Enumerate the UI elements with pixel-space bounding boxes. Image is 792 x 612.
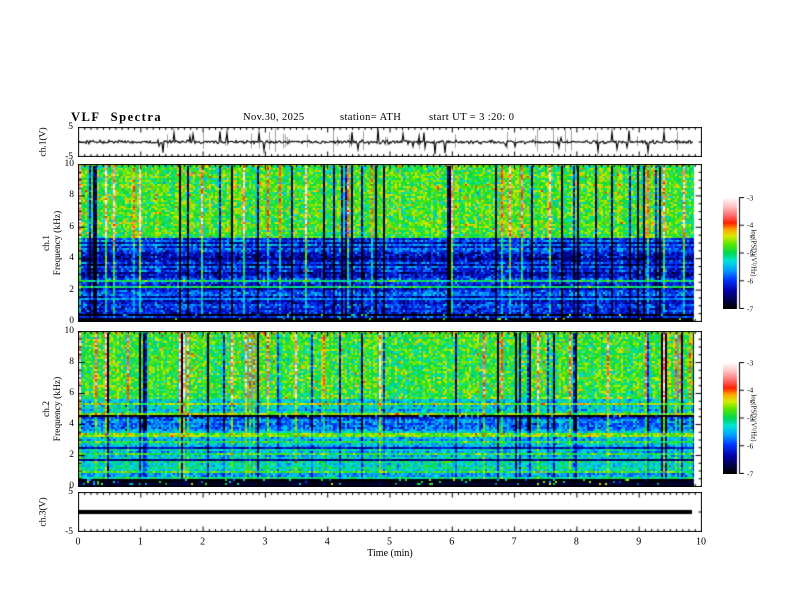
- x-tick-label-2: 2: [200, 536, 206, 547]
- ch2-spec-channel-text: ch.2: [42, 400, 52, 418]
- page-title: VLF Spectra: [71, 110, 163, 124]
- x-tick-label-9: 9: [636, 536, 642, 547]
- ch2_spec-ytick-2: 2: [69, 450, 74, 460]
- station-label: station= ATH: [340, 112, 402, 123]
- colorbar1-tick--4: -4: [747, 220, 754, 230]
- ch2-spec-ylabel: ch.2 Frequency (kHz): [42, 377, 64, 442]
- ch3_wave-ytick-bottom: -5: [65, 527, 73, 537]
- x-tick-label-3: 3: [262, 536, 268, 547]
- ch1_spec-ytick-2: 2: [69, 284, 74, 295]
- ch1-waveform-canvas: [78, 127, 702, 157]
- ch1_spec-ytick-6: 6: [69, 221, 74, 232]
- colorbar2-tick--7: -7: [747, 469, 754, 478]
- ch1-wave-ylabel: ch.1(V): [39, 127, 50, 156]
- colorbar-ch2-canvas: [723, 362, 745, 474]
- colorbar2-tick--3: -3: [747, 358, 754, 367]
- ch2_spec-ytick-10: 10: [64, 326, 75, 336]
- ch1-spec-ylabel: ch.1 Frequency (kHz): [42, 211, 64, 276]
- ch2_spec-ytick-4: 4: [69, 419, 74, 429]
- ch2-spectrogram-canvas: [78, 331, 702, 487]
- ch3-wave-ylabel: ch.3(V): [39, 497, 50, 526]
- x-tick-label-1: 1: [137, 536, 143, 547]
- x-tick-label-7: 7: [511, 536, 517, 547]
- colorbar1-tick--6: -6: [747, 276, 754, 286]
- date-label: Nov.30, 2025: [243, 112, 305, 123]
- x-tick-label-5: 5: [387, 536, 392, 547]
- ch2_spec-ytick-8: 8: [69, 357, 74, 367]
- ch1-spec-axis-text: Frequency (kHz): [53, 210, 63, 276]
- colorbar2-tick--5: -5: [747, 413, 754, 423]
- ch1_spec-ytick-4: 4: [69, 253, 74, 264]
- x-tick-label-10: 10: [696, 536, 706, 547]
- ch1-spec-channel-text: ch.1: [42, 234, 52, 252]
- x-tick-label-6: 6: [449, 536, 455, 547]
- ch1_wave-ytick-bottom: -5: [65, 152, 73, 162]
- ch1-spectrogram-canvas: [78, 164, 702, 322]
- colorbar1-tick--7: -7: [747, 304, 754, 313]
- ch3-wave-ylabel-text: ch.3(V): [38, 497, 49, 527]
- colorbar-ch1-canvas: [723, 197, 745, 309]
- vlf-spectra-figure: VLF Spectra Nov.30, 2025 station= ATH st…: [0, 0, 792, 612]
- colorbar1-tick--5: -5: [747, 248, 754, 258]
- colorbar1-tick--3: -3: [747, 193, 754, 202]
- x-tick-label-0: 0: [75, 536, 81, 547]
- colorbar2-tick--4: -4: [747, 385, 754, 395]
- ch1-wave-ylabel-text: ch.1(V): [38, 127, 49, 157]
- time-axis-label: Time (min): [367, 548, 413, 559]
- start-ut-label: start UT = 3 :20: 0: [429, 112, 515, 123]
- ch1_wave-ytick-top: 5: [68, 122, 73, 132]
- x-tick-label-8: 8: [573, 536, 579, 547]
- ch3_wave-ytick-top: 5: [68, 487, 73, 497]
- ch2-spec-axis-text: Frequency (kHz): [53, 376, 63, 442]
- ch1_spec-ytick-0: 0: [69, 316, 74, 326]
- ch1_spec-ytick-8: 8: [69, 190, 74, 201]
- colorbar2-tick--6: -6: [747, 441, 754, 451]
- ch3-waveform-canvas: [78, 492, 702, 532]
- ch2_spec-ytick-6: 6: [69, 388, 74, 398]
- x-tick-label-4: 4: [324, 536, 330, 547]
